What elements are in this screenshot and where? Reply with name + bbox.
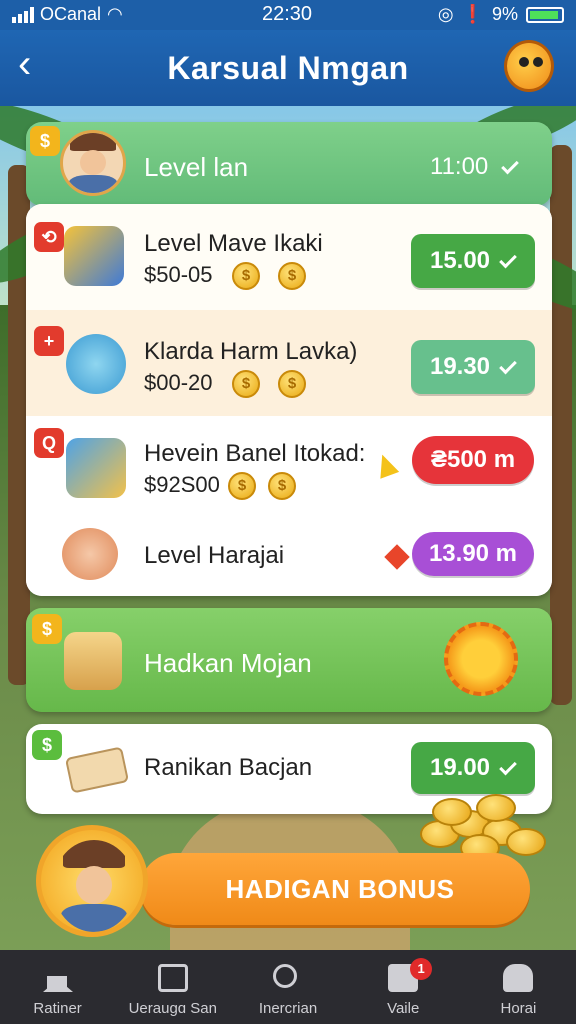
people-icon: [503, 964, 534, 992]
tab-label: Ueraugɑ San: [128, 1000, 217, 1017]
gem-icon: [384, 544, 410, 570]
tag-icon: ⟲: [34, 222, 64, 252]
feature-banner-title: Hadkan Mojan: [144, 648, 312, 678]
notification-badge: 1: [410, 958, 433, 980]
top-level-value: 11:00: [430, 153, 520, 181]
coin-icon: $: [232, 262, 260, 290]
list-item[interactable]: ⟲ Level Mave Ikaki $50-05 $ $ 15.00: [26, 204, 552, 310]
coin-icon: $: [278, 370, 306, 398]
battery-percent: 9%: [491, 4, 518, 24]
coin-tag-icon: $: [30, 126, 60, 156]
mascot-icon[interactable]: [504, 40, 554, 92]
item-price: $00-20: [144, 370, 213, 395]
sparkle-icon: [372, 451, 400, 479]
check-icon: [499, 356, 517, 374]
list-item[interactable]: Level Harajai 13.90 m: [26, 514, 552, 596]
tag-icon: +: [34, 326, 64, 356]
back-arrow-icon[interactable]: ‹: [18, 44, 58, 86]
coin-pile-icon: [410, 790, 550, 862]
items-card: ⟲ Level Mave Ikaki $50-05 $ $ 15.00 + Kl…: [26, 204, 552, 596]
coin-tag-icon: $: [32, 614, 62, 644]
tab-label: Ratiner: [33, 1000, 82, 1017]
coin-icon: $: [228, 472, 256, 500]
item-buy-label: ₴500 m: [430, 446, 516, 473]
bonus-button[interactable]: HADIGAN BONUS: [140, 853, 530, 925]
top-level-label: Level lan: [144, 152, 249, 182]
coin-icon: $: [278, 262, 306, 290]
list-item[interactable]: Q Hevein Banel Itokad: $92S00 $ $ ₴500 m: [26, 416, 552, 514]
sun-badge-icon: [444, 622, 518, 696]
gift-box-icon: [64, 226, 124, 286]
item-price: $92S00: [144, 472, 220, 497]
bonus-avatar: [36, 825, 148, 937]
battery-icon: [526, 6, 564, 23]
item-buy-button[interactable]: 15.00: [411, 234, 535, 288]
avatar: [60, 130, 126, 196]
signal-icon: [12, 6, 34, 23]
app-header: ‹ Karsual Nmgan: [0, 30, 576, 106]
bonus-label: HADIGAN BONUS: [225, 873, 455, 904]
item-title: Klarda Harm Lavka): [144, 338, 358, 365]
bunny-icon: [62, 528, 118, 580]
palm-trunk-right: [550, 145, 572, 705]
reward-buy-label: 19.00: [429, 754, 491, 781]
tab-search[interactable]: Inercrian: [230, 950, 345, 1024]
sync-icon: ◎: [437, 4, 454, 24]
page-title: Karsual Nmgan: [167, 49, 409, 86]
check-icon: [501, 156, 520, 174]
item-buy-label: 19.30: [429, 353, 491, 380]
alert-icon: ❗: [461, 4, 484, 24]
list-item[interactable]: + Klarda Harm Lavka) $00-20 $ $ 19.30: [26, 310, 552, 416]
top-level-banner[interactable]: $ Level lan 11:00: [26, 122, 552, 206]
item-buy-button[interactable]: 19.30: [411, 340, 535, 394]
treasure-bag-icon: [64, 632, 122, 690]
check-icon: [499, 250, 517, 268]
scroll-icon: [64, 746, 130, 794]
top-level-value-text: 11:00: [430, 153, 489, 180]
home-icon: [42, 964, 73, 992]
reward-buy-button[interactable]: 19.00: [411, 742, 535, 794]
item-buy-label: 15.00: [429, 247, 491, 274]
item-title: Hevein Banel Itokad:: [144, 440, 366, 467]
creature-icon: [66, 334, 126, 394]
item-price: $50-05: [144, 262, 213, 287]
wifi-icon: ◠: [107, 4, 123, 24]
carrier-name: OCanal: [40, 4, 102, 24]
tab-home[interactable]: Ratiner: [0, 950, 115, 1024]
status-time: 22:30: [262, 3, 313, 25]
item-buy-label: 13.90 m: [428, 540, 518, 567]
backpack-icon: [66, 438, 126, 498]
tab-label: Horai: [500, 1000, 537, 1017]
item-title: Level Mave Ikaki: [144, 230, 323, 257]
tab-people[interactable]: Horai: [461, 950, 576, 1024]
box-icon: [157, 964, 188, 992]
coin-icon: $: [268, 472, 296, 500]
search-icon: [273, 964, 297, 988]
tab-bag[interactable]: 1 Vaile: [346, 950, 461, 1024]
tag-icon: Q: [34, 428, 64, 458]
tab-label: Vaile: [387, 1000, 420, 1017]
tab-label: Inercrian: [258, 1000, 318, 1017]
status-bar: OCanal ◠ 22:30 ◎ ❗ 9%: [0, 0, 576, 30]
coin-tag-icon: $: [32, 730, 62, 760]
item-title: Level Harajai: [144, 542, 285, 569]
item-buy-button[interactable]: 13.90 m: [412, 532, 534, 576]
check-icon: [499, 757, 517, 775]
reward-title: Ranikan Bacjan: [144, 754, 313, 781]
tab-inventory[interactable]: Ueraugɑ San: [115, 950, 230, 1024]
coin-icon: $: [232, 370, 260, 398]
tab-bar: Ratiner Ueraugɑ San Inercrian 1 Vaile Ho…: [0, 950, 576, 1024]
feature-banner[interactable]: $ Hadkan Mojan: [26, 608, 552, 712]
item-buy-button[interactable]: ₴500 m: [412, 436, 534, 484]
